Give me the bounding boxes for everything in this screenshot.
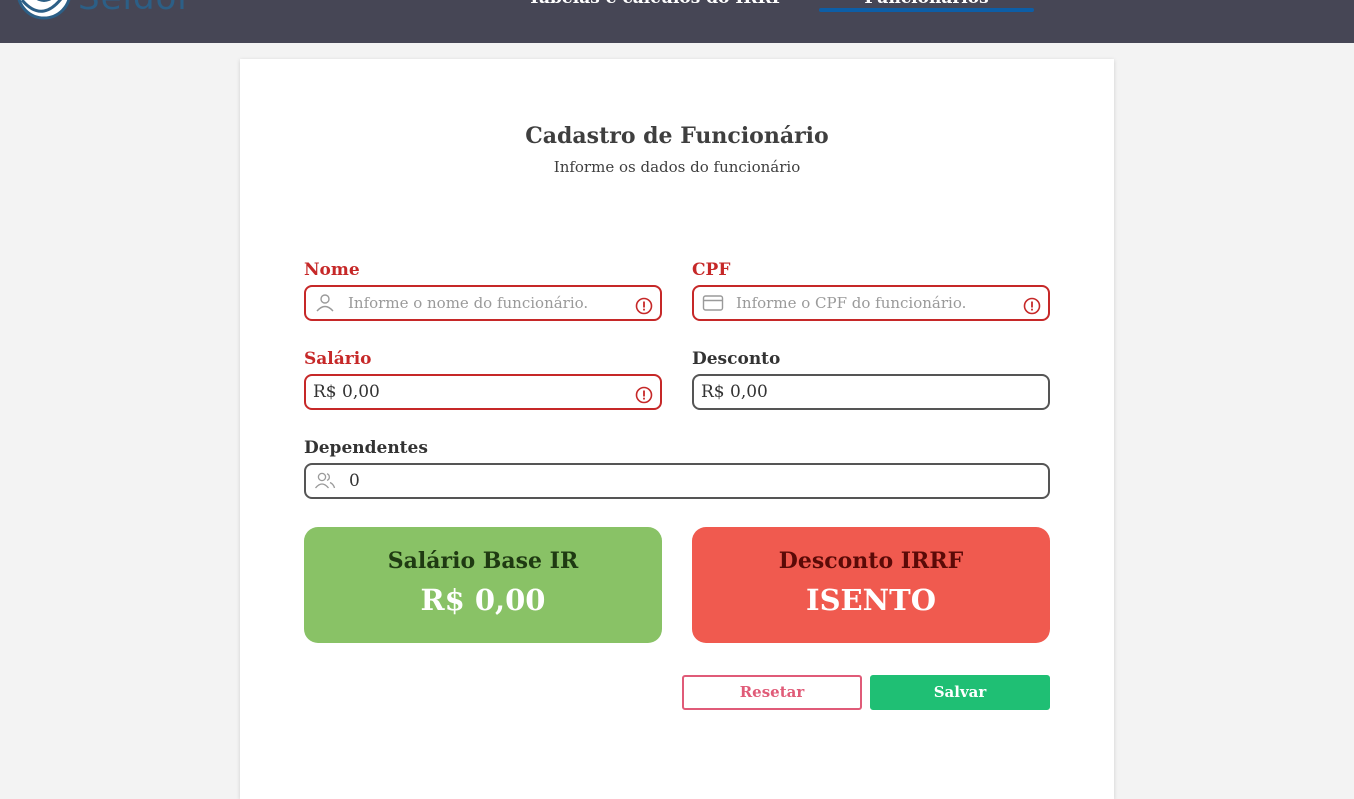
desconto-label: Desconto — [692, 349, 781, 369]
card-icon — [702, 295, 724, 311]
error-icon — [635, 386, 653, 404]
salario-input[interactable] — [313, 376, 613, 408]
salario-base-ir-value: R$ 0,00 — [420, 583, 546, 617]
desconto-irrf-value: ISENTO — [806, 583, 936, 617]
users-icon — [314, 472, 336, 489]
user-icon — [316, 294, 334, 312]
nav-link-employees[interactable]: Funcionários — [819, 0, 1034, 8]
reset-button[interactable]: Resetar — [682, 675, 862, 710]
logo-text: Seidor — [78, 0, 192, 18]
nav-link-irrf-tables[interactable]: Tabelas e cálculos do IRRF — [528, 0, 784, 8]
cpf-label: CPF — [692, 260, 731, 280]
save-button[interactable]: Salvar — [870, 675, 1050, 710]
error-icon — [635, 297, 653, 315]
employee-form-card: Cadastro de Funcionário Informe os dados… — [240, 59, 1114, 799]
page-subtitle: Informe os dados do funcionário — [553, 158, 801, 176]
cpf-field[interactable] — [692, 285, 1050, 321]
salario-field[interactable] — [304, 374, 662, 410]
salario-label: Salário — [304, 349, 372, 369]
page-title: Cadastro de Funcionário — [525, 123, 829, 149]
active-nav-indicator — [819, 8, 1034, 12]
dependentes-label: Dependentes — [304, 438, 428, 458]
nome-input[interactable] — [348, 287, 628, 319]
nome-label: Nome — [304, 260, 360, 280]
error-icon — [1023, 297, 1041, 315]
dependentes-input[interactable] — [349, 465, 1029, 497]
cpf-input[interactable] — [736, 287, 1016, 319]
logo-icon[interactable] — [16, 0, 72, 22]
salario-base-ir-card: Salário Base IR R$ 0,00 — [304, 527, 662, 643]
dependentes-field[interactable] — [304, 463, 1050, 499]
desconto-irrf-card: Desconto IRRF ISENTO — [692, 527, 1050, 643]
salario-base-ir-title: Salário Base IR — [387, 548, 579, 574]
desconto-field[interactable] — [692, 374, 1050, 410]
desconto-input[interactable] — [701, 376, 1031, 408]
desconto-irrf-title: Desconto IRRF — [778, 548, 964, 574]
nome-field[interactable] — [304, 285, 662, 321]
top-navbar: Seidor Tabelas e cálculos do IRRF Funcio… — [0, 0, 1354, 43]
